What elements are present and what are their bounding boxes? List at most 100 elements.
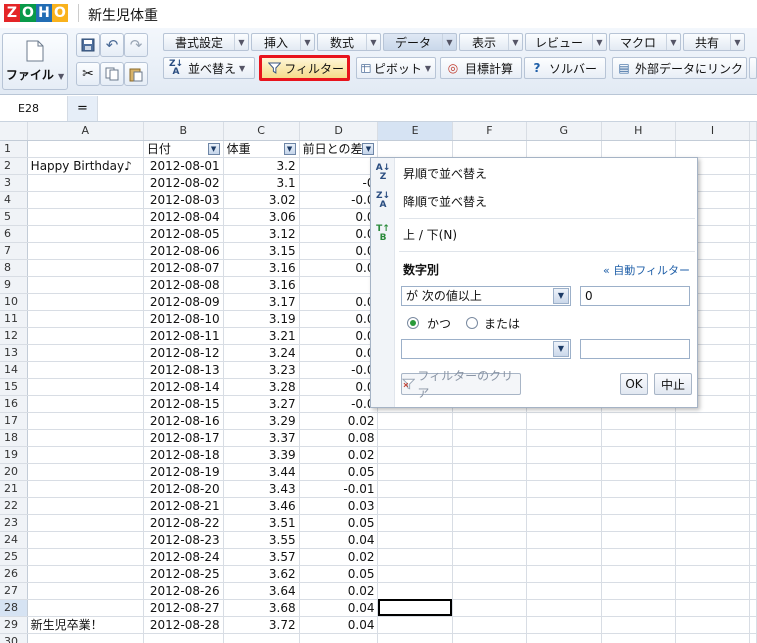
- tab-data[interactable]: データ ▼: [383, 33, 457, 51]
- cell[interactable]: [27, 140, 144, 158]
- column-header[interactable]: H: [601, 122, 676, 141]
- cell[interactable]: [749, 616, 757, 634]
- file-menu-button[interactable]: ファイル ▼: [2, 33, 68, 90]
- chevron-down-icon[interactable]: ▼: [666, 34, 680, 50]
- cell[interactable]: 0.0: [299, 310, 379, 328]
- cell[interactable]: [526, 565, 602, 583]
- cell[interactable]: [377, 412, 453, 430]
- cell[interactable]: 3.29: [223, 412, 300, 430]
- cell[interactable]: [377, 565, 453, 583]
- tab-format[interactable]: 書式設定 ▼: [163, 33, 249, 51]
- column-header[interactable]: [749, 122, 757, 141]
- cell[interactable]: 3.62: [223, 565, 300, 583]
- column-header[interactable]: F: [452, 122, 528, 141]
- cell[interactable]: 0.02: [299, 548, 379, 566]
- cell[interactable]: [377, 463, 453, 481]
- cell[interactable]: [749, 497, 757, 515]
- cell[interactable]: [299, 276, 379, 294]
- cell[interactable]: [377, 633, 453, 643]
- cell[interactable]: 2012-08-13: [143, 361, 224, 379]
- row-header[interactable]: 5: [0, 208, 28, 226]
- external-link-button[interactable]: ▤ 外部データにリンク: [612, 57, 747, 79]
- cell[interactable]: [675, 480, 751, 498]
- formula-input[interactable]: [98, 96, 757, 121]
- cell[interactable]: [675, 599, 751, 617]
- cell[interactable]: [526, 140, 602, 158]
- cancel-button[interactable]: 中止: [654, 373, 692, 395]
- cell[interactable]: [749, 514, 757, 532]
- row-header[interactable]: 23: [0, 514, 28, 532]
- cell[interactable]: [601, 565, 676, 583]
- row-header[interactable]: 11: [0, 310, 28, 328]
- cell[interactable]: [601, 463, 676, 481]
- cell[interactable]: [675, 582, 751, 600]
- cell[interactable]: 2012-08-10: [143, 310, 224, 328]
- cell[interactable]: [27, 480, 144, 498]
- cell[interactable]: [601, 548, 676, 566]
- cell[interactable]: 3.37: [223, 429, 300, 447]
- cell[interactable]: [749, 633, 757, 643]
- cell[interactable]: 3.27: [223, 395, 300, 413]
- cell[interactable]: -0.0: [299, 395, 379, 413]
- cell[interactable]: 2012-08-09: [143, 293, 224, 311]
- cell[interactable]: [749, 191, 757, 209]
- cell[interactable]: [452, 140, 528, 158]
- cell[interactable]: [452, 463, 528, 481]
- cell[interactable]: 3.64: [223, 582, 300, 600]
- cell[interactable]: -0.01: [299, 480, 379, 498]
- column-header[interactable]: D: [299, 122, 379, 141]
- cell[interactable]: 3.51: [223, 514, 300, 532]
- cell[interactable]: 2012-08-11: [143, 327, 224, 345]
- cell[interactable]: [452, 582, 528, 600]
- row-header[interactable]: 4: [0, 191, 28, 209]
- cell[interactable]: [749, 276, 757, 294]
- save-button[interactable]: [76, 33, 100, 57]
- corner-cell[interactable]: [0, 122, 28, 141]
- cell[interactable]: 3.46: [223, 497, 300, 515]
- cell[interactable]: [526, 480, 602, 498]
- cell[interactable]: [749, 565, 757, 583]
- row-header[interactable]: 24: [0, 531, 28, 549]
- cell[interactable]: [526, 633, 602, 643]
- cell[interactable]: 2012-08-20: [143, 480, 224, 498]
- row-header[interactable]: 29: [0, 616, 28, 634]
- condition-select-2[interactable]: ▼: [401, 339, 571, 359]
- header-cell[interactable]: ▼ 体重: [223, 140, 300, 158]
- cell[interactable]: 2012-08-05: [143, 225, 224, 243]
- cell[interactable]: [452, 514, 528, 532]
- value-input-1[interactable]: 0: [580, 286, 690, 306]
- cell[interactable]: [452, 633, 528, 643]
- cell[interactable]: [452, 429, 528, 447]
- filter-dropdown-icon[interactable]: ▼: [283, 142, 296, 155]
- cell[interactable]: 2012-08-19: [143, 463, 224, 481]
- chevron-down-icon[interactable]: ▼: [366, 34, 380, 50]
- chevron-down-icon[interactable]: ▼: [508, 34, 522, 50]
- cell[interactable]: 3.72: [223, 616, 300, 634]
- cell[interactable]: [601, 497, 676, 515]
- cell[interactable]: [452, 480, 528, 498]
- cell[interactable]: [27, 344, 144, 362]
- cell[interactable]: 0.0: [299, 259, 379, 277]
- cell[interactable]: [749, 310, 757, 328]
- undo-button[interactable]: ↶: [100, 33, 124, 57]
- cell[interactable]: 2012-08-15: [143, 395, 224, 413]
- cell[interactable]: 2012-08-01: [143, 157, 224, 175]
- cell[interactable]: [27, 463, 144, 481]
- filter-dropdown-icon[interactable]: ▼: [207, 142, 220, 155]
- cell[interactable]: [27, 565, 144, 583]
- filter-button[interactable]: フィルター: [259, 55, 350, 81]
- row-header[interactable]: 20: [0, 463, 28, 481]
- cell[interactable]: [749, 531, 757, 549]
- cell[interactable]: [27, 174, 144, 192]
- cell[interactable]: [601, 633, 676, 643]
- cell[interactable]: [377, 582, 453, 600]
- cell[interactable]: 3.28: [223, 378, 300, 396]
- cell[interactable]: 2012-08-06: [143, 242, 224, 260]
- cell[interactable]: [27, 548, 144, 566]
- row-header[interactable]: 6: [0, 225, 28, 243]
- cell[interactable]: [601, 446, 676, 464]
- tab-formula[interactable]: 数式 ▼: [317, 33, 381, 51]
- cell[interactable]: [675, 616, 751, 634]
- cell[interactable]: 3.17: [223, 293, 300, 311]
- cell[interactable]: 2012-08-12: [143, 344, 224, 362]
